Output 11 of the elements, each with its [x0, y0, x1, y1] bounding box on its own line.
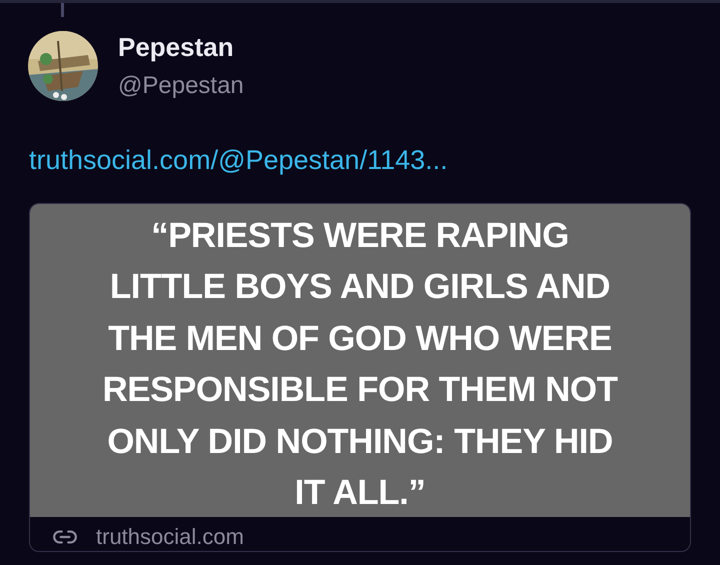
post-link[interactable]: truthsocial.com/@Pepestan/1143...: [29, 145, 448, 175]
quote-text-line: ONLY DID NOTHING: THEY HID: [107, 420, 613, 462]
quote-text-line: THE MEN OF GOD WHO WERE: [108, 318, 612, 360]
quote-text-line: RESPONSIBLE FOR THEM NOT: [102, 369, 618, 411]
link-card[interactable]: “PRIESTS WERE RAPING LITTLE BOYS AND GIRLS AND THE MEN OF GOD WHO WERE RESPONSIBLE FOR THEM NOT ONLY DID NOTHING: THEY HID IT ALL.” truthsocial.com: [29, 202, 691, 552]
author-handle[interactable]: @Pepestan: [118, 70, 244, 102]
quote-text-line: “PRIESTS WERE RAPING: [151, 214, 569, 256]
quote-text-line: LITTLE BOYS AND GIRLS AND: [110, 266, 610, 308]
quote-text-line: IT ALL.”: [294, 472, 426, 514]
card-domain[interactable]: truthsocial.com: [96, 522, 244, 550]
author-name[interactable]: Pepestan: [118, 30, 244, 64]
